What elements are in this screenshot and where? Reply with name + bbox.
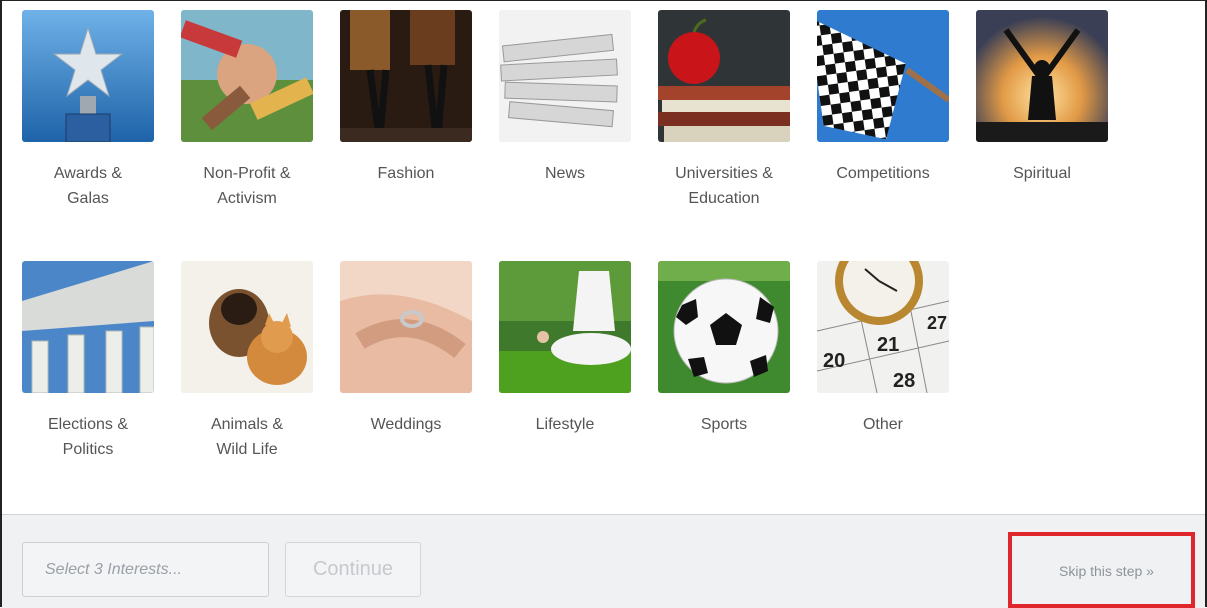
interest-label: Non-Profit & Activism	[203, 165, 291, 207]
interest-label: Universities & Education	[675, 165, 773, 207]
elections-image	[22, 261, 154, 393]
animals-image	[181, 261, 313, 393]
svg-text:20: 20	[823, 350, 845, 372]
interest-row-1: Awards & Galas Non-Profit & Activism Fas…	[22, 10, 1135, 261]
interest-grid: Awards & Galas Non-Profit & Activism Fas…	[22, 10, 1135, 512]
skip-highlight-box: Skip this step »	[1008, 532, 1195, 608]
interest-fashion[interactable]: Fashion	[340, 10, 499, 261]
awards-image	[22, 10, 154, 142]
interest-awards-galas[interactable]: Awards & Galas	[22, 10, 181, 261]
lifestyle-image	[499, 261, 631, 393]
nonprofit-image	[181, 10, 313, 142]
interest-animals-wildlife[interactable]: Animals & Wild Life	[181, 261, 340, 512]
interest-label: Sports	[700, 416, 748, 433]
interest-lifestyle[interactable]: Lifestyle	[499, 261, 658, 512]
interest-label: Weddings	[370, 416, 442, 433]
svg-text:27: 27	[927, 313, 947, 333]
interest-nonprofit-activism[interactable]: Non-Profit & Activism	[181, 10, 340, 261]
interest-label: Competitions	[836, 165, 930, 182]
interest-elections-politics[interactable]: Elections & Politics	[22, 261, 181, 512]
continue-button[interactable]: Continue	[285, 542, 421, 597]
svg-text:28: 28	[893, 370, 915, 392]
interest-label: Spiritual	[1013, 165, 1071, 182]
interest-competitions[interactable]: Competitions	[817, 10, 976, 261]
interest-label: Animals & Wild Life	[210, 416, 284, 458]
interest-weddings[interactable]: Weddings	[340, 261, 499, 512]
interest-news[interactable]: News	[499, 10, 658, 261]
interest-select-input[interactable]	[22, 542, 269, 597]
interest-label: Other	[862, 416, 903, 433]
sports-image	[658, 261, 790, 393]
education-image	[658, 10, 790, 142]
interest-label: Elections & Politics	[47, 416, 129, 458]
interest-label: Lifestyle	[535, 416, 595, 433]
news-image	[499, 10, 631, 142]
interest-spiritual[interactable]: Spiritual	[976, 10, 1135, 261]
footer-bar: Continue Skip this step »	[2, 514, 1205, 608]
weddings-image	[340, 261, 472, 393]
interest-row-2: Elections & Politics Animals & Wild Life…	[22, 261, 1135, 512]
interest-label: Awards & Galas	[53, 165, 123, 207]
spiritual-image	[976, 10, 1108, 142]
other-image: 20 21 28 27	[817, 261, 949, 393]
interest-universities-education[interactable]: Universities & Education	[658, 10, 817, 261]
interest-label: News	[544, 165, 585, 182]
competitions-image	[817, 10, 949, 142]
skip-step-link[interactable]: Skip this step »	[1059, 563, 1154, 579]
interest-other[interactable]: 20 21 28 27 Other	[817, 261, 976, 512]
svg-text:21: 21	[877, 334, 899, 356]
interest-sports[interactable]: Sports	[658, 261, 817, 512]
fashion-image	[340, 10, 472, 142]
interest-label: Fashion	[377, 165, 435, 182]
